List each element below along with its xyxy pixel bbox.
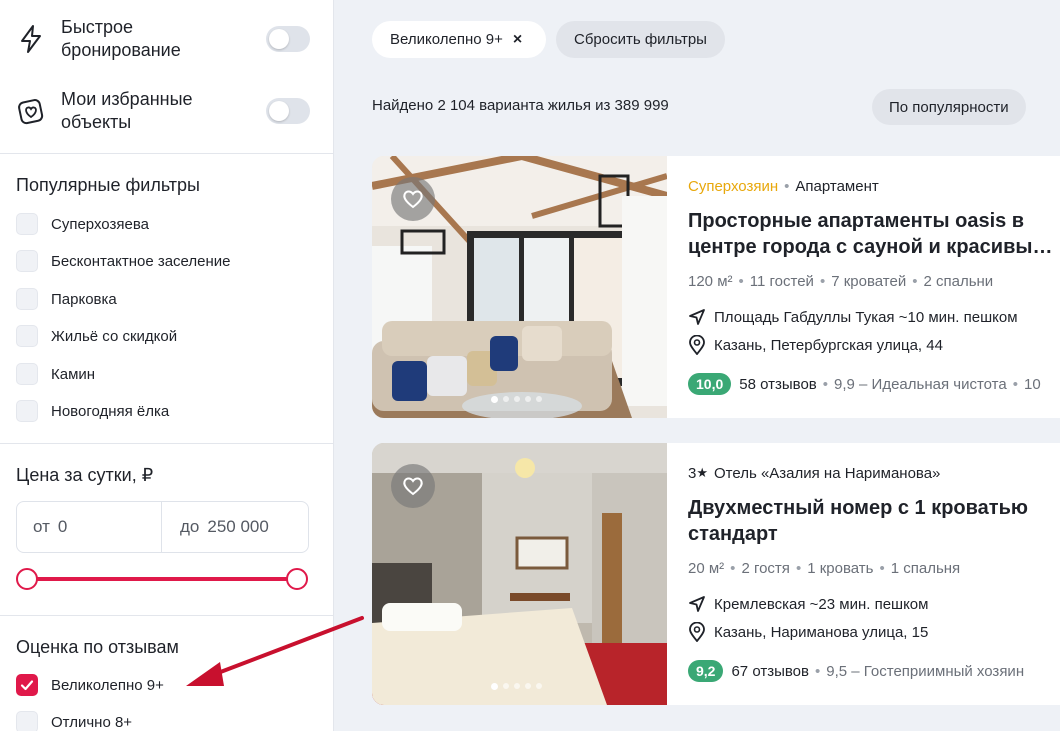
landmark: Кремлевская ~23 мин. пешком (688, 595, 928, 613)
address: Казань, Петербургская улица, 44 (688, 335, 943, 355)
quick-booking-toggle[interactable] (266, 26, 310, 52)
heart-icon (403, 190, 423, 209)
reset-filters-button[interactable]: Сбросить фильтры (556, 21, 725, 58)
checkbox-checked[interactable] (16, 674, 38, 696)
listing-meta: 3★ Отель «Азалия на Нариманова» (688, 465, 940, 482)
favorites-label: Мои избранные объекты (61, 89, 193, 132)
filter-rating-8[interactable]: Отлично 8+ (16, 710, 132, 731)
listing-title[interactable]: Двухместный номер с 1 кроватью стандарт (688, 495, 1058, 547)
checkbox[interactable] (16, 400, 38, 422)
rating-highlight-2: 10 (1023, 375, 1041, 393)
filter-superhosts[interactable]: Суперхозяева (16, 212, 149, 236)
checkbox[interactable] (16, 325, 38, 347)
superhost-badge: Суперхозяин (688, 178, 779, 195)
checkbox-label: Великолепно 9+ (51, 676, 164, 694)
favorite-button[interactable] (391, 464, 435, 508)
listing-specs: 20 м² • 2 гостя • 1 кровать • 1 спальня (688, 560, 961, 577)
sort-label: По популярности (889, 98, 1009, 116)
price-to-prefix: до (180, 517, 200, 536)
listing-rating: 9,2 67 отзывов • 9,5 – Гостеприимный хоз… (688, 660, 1024, 682)
divider (0, 153, 334, 154)
checkbox-label: Камин (51, 365, 96, 383)
annotation-arrow-icon (186, 616, 364, 686)
filter-discount[interactable]: Жильё со скидкой (16, 324, 177, 348)
separator-dot: • (814, 662, 821, 680)
photo-pagination[interactable] (491, 396, 542, 403)
price-to-value: 250 000 (207, 517, 269, 536)
checkbox[interactable] (16, 213, 38, 235)
rating-filters-title: Оценка по отзывам (16, 637, 179, 657)
heart-icon (403, 477, 423, 496)
listing-specs: 120 м² • 11 гостей • 7 кроватей • 2 спальни (688, 273, 994, 290)
divider (0, 443, 334, 444)
active-filter-chip[interactable]: Великолепно 9+ × (372, 21, 546, 58)
quick-booking-label: Быстрое бронирование (61, 17, 181, 60)
filter-rating-9[interactable]: Великолепно 9+ (16, 673, 164, 697)
listing-card[interactable]: 3★ Отель «Азалия на Нариманова» Двухместн… (372, 443, 1060, 705)
price-title: Цена за сутки, ₽ (16, 465, 154, 485)
photo-pagination[interactable] (491, 683, 542, 690)
checkbox[interactable] (16, 363, 38, 385)
close-icon[interactable]: × (513, 31, 522, 49)
check-icon (20, 680, 34, 691)
rating-highlight: 9,9 – Идеальная чистота (834, 375, 1007, 393)
lightning-icon (16, 24, 46, 54)
map-pin-icon (689, 335, 705, 355)
price-from-value: 0 (57, 517, 68, 536)
filter-new-year-tree[interactable]: Новогодняя ёлка (16, 399, 169, 423)
active-filter-label: Великолепно 9+ (390, 31, 503, 48)
score-badge: 10,0 (688, 373, 732, 395)
favorites-row[interactable]: Мои избранные объекты (16, 88, 310, 134)
checkbox-label: Отлично 8+ (51, 713, 133, 731)
checkbox-label: Парковка (51, 290, 117, 308)
filter-fireplace[interactable]: Камин (16, 362, 95, 386)
listing-type: Отель «Азалия на Нариманова» (714, 465, 941, 482)
price-from-prefix: от (33, 517, 50, 536)
listing-card[interactable]: Суперхозяин • Апартамент Просторные апарта… (372, 156, 1060, 418)
landmark: Площадь Габдуллы Тукая ~10 мин. пешком (688, 308, 1018, 326)
quick-booking-row[interactable]: Быстрое бронирование (16, 16, 310, 62)
sort-button[interactable]: По популярности (872, 89, 1026, 125)
separator-dot: • (822, 375, 829, 393)
checkbox[interactable] (16, 250, 38, 272)
reset-filters-label: Сбросить фильтры (574, 31, 707, 48)
separator-dot: • (784, 178, 790, 195)
map-pin-icon (689, 622, 705, 642)
filter-parking[interactable]: Парковка (16, 287, 117, 311)
popular-filters-title: Популярные фильтры (16, 175, 200, 195)
price-slider-max-handle[interactable] (286, 568, 308, 590)
listing-photo[interactable] (372, 443, 667, 705)
price-slider-min-handle[interactable] (16, 568, 38, 590)
score-badge: 9,2 (688, 660, 724, 682)
reviews-count[interactable]: 67 отзывов (731, 663, 809, 680)
favorite-button[interactable] (391, 177, 435, 221)
favorites-toggle[interactable] (266, 98, 310, 124)
listing-meta: Суперхозяин • Апартамент (688, 178, 879, 195)
checkbox-label: Новогодняя ёлка (51, 402, 170, 420)
star-icon: ★ (696, 465, 708, 480)
reviews-count[interactable]: 58 отзывов (739, 376, 817, 393)
price-range-inputs: от 0 до 250 000 (16, 501, 309, 553)
checkbox-label: Бесконтактное заселение (51, 252, 231, 270)
navigation-arrow-icon (689, 596, 705, 612)
checkbox[interactable] (16, 288, 38, 310)
checkbox-label: Суперхозяева (51, 215, 149, 233)
price-slider-track[interactable] (27, 577, 297, 581)
checkbox[interactable] (16, 711, 38, 731)
listing-title[interactable]: Просторные апартаменты oasis в центре го… (688, 208, 1058, 260)
heart-badge-icon (16, 96, 46, 126)
results-count: Найдено 2 104 варианта жилья из 389 999 (372, 97, 669, 114)
price-from-input[interactable]: от 0 (17, 502, 161, 552)
rating-highlight: 9,5 – Гостеприимный хозяин (826, 662, 1025, 680)
listing-rating: 10,0 58 отзывов • 9,9 – Идеальная чистот… (688, 373, 1041, 395)
separator-dot: • (1012, 375, 1018, 393)
address: Казань, Нариманова улица, 15 (688, 622, 928, 642)
listing-type: Апартамент (795, 178, 879, 195)
navigation-arrow-icon (689, 309, 705, 325)
price-to-input[interactable]: до 250 000 (161, 502, 308, 552)
listing-photo[interactable] (372, 156, 667, 418)
checkbox-label: Жильё со скидкой (51, 327, 178, 345)
filter-contactless[interactable]: Бесконтактное заселение (16, 249, 231, 273)
